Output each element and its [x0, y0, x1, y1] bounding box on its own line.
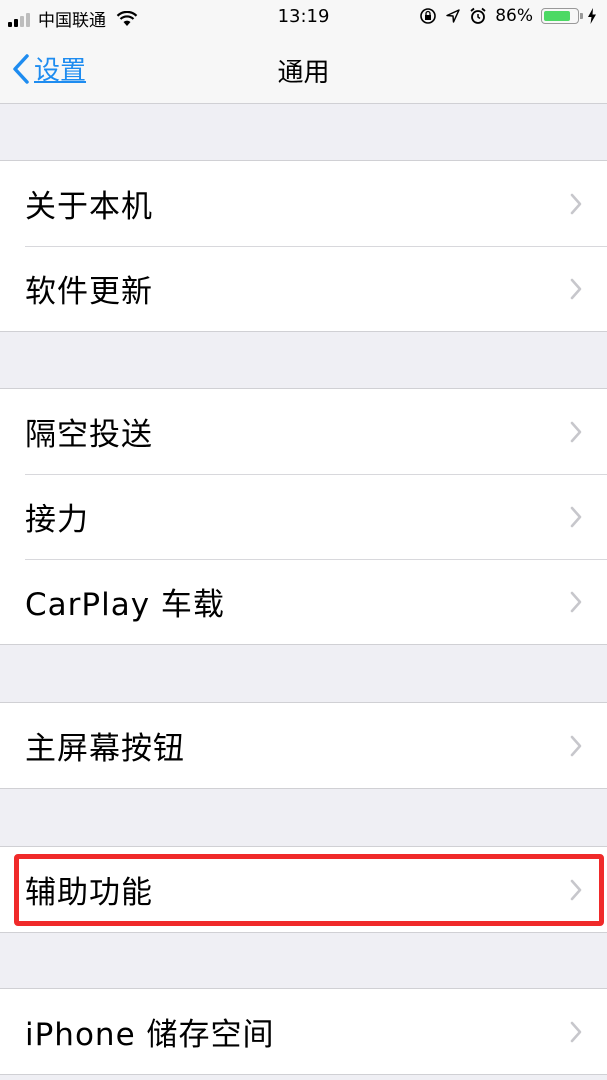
- row-label: CarPlay 车载: [25, 587, 225, 623]
- row-label: 关于本机: [25, 189, 153, 225]
- status-right: 86%: [419, 6, 597, 26]
- settings-group-connectivity: 隔空投送 接力 CarPlay 车载: [0, 388, 607, 645]
- row-home-button[interactable]: 主屏幕按钮: [0, 703, 607, 788]
- row-carplay[interactable]: CarPlay 车载: [0, 559, 607, 644]
- battery-percent: 86%: [495, 6, 533, 26]
- chevron-right-icon: [570, 591, 582, 612]
- location-icon: [446, 9, 460, 23]
- chevron-right-icon: [570, 735, 582, 756]
- row-accessibility[interactable]: 辅助功能: [0, 847, 607, 932]
- alarm-icon: [470, 7, 486, 24]
- chevron-right-icon: [570, 1021, 582, 1042]
- charging-icon: [588, 8, 596, 24]
- chevron-right-icon: [570, 879, 582, 900]
- chevron-right-icon: [570, 193, 582, 214]
- row-label: 主屏幕按钮: [25, 731, 185, 767]
- battery-level: [544, 11, 570, 21]
- settings-group-accessibility: 辅助功能: [0, 846, 607, 933]
- row-label: 接力: [25, 502, 89, 538]
- chevron-right-icon: [570, 421, 582, 442]
- row-label: 软件更新: [25, 274, 153, 310]
- settings-group-storage: iPhone 储存空间: [0, 988, 607, 1075]
- chevron-right-icon: [570, 506, 582, 527]
- navigation-bar: 设置 通用: [0, 36, 607, 104]
- row-iphone-storage[interactable]: iPhone 储存空间: [0, 989, 607, 1074]
- row-label: 隔空投送: [25, 417, 153, 453]
- row-label: 辅助功能: [25, 875, 153, 911]
- chevron-right-icon: [570, 278, 582, 299]
- row-label: iPhone 储存空间: [25, 1017, 275, 1053]
- row-about[interactable]: 关于本机: [0, 161, 607, 246]
- row-airdrop[interactable]: 隔空投送: [0, 389, 607, 474]
- settings-group-home-button: 主屏幕按钮: [0, 702, 607, 789]
- battery-icon: [541, 8, 583, 24]
- status-bar: 中国联通 13:19 86%: [0, 0, 607, 36]
- page-title: 通用: [277, 58, 330, 88]
- orientation-lock-icon: [420, 8, 437, 24]
- row-handoff[interactable]: 接力: [0, 474, 607, 559]
- settings-group-about: 关于本机 软件更新: [0, 160, 607, 332]
- row-software-update[interactable]: 软件更新: [0, 246, 607, 331]
